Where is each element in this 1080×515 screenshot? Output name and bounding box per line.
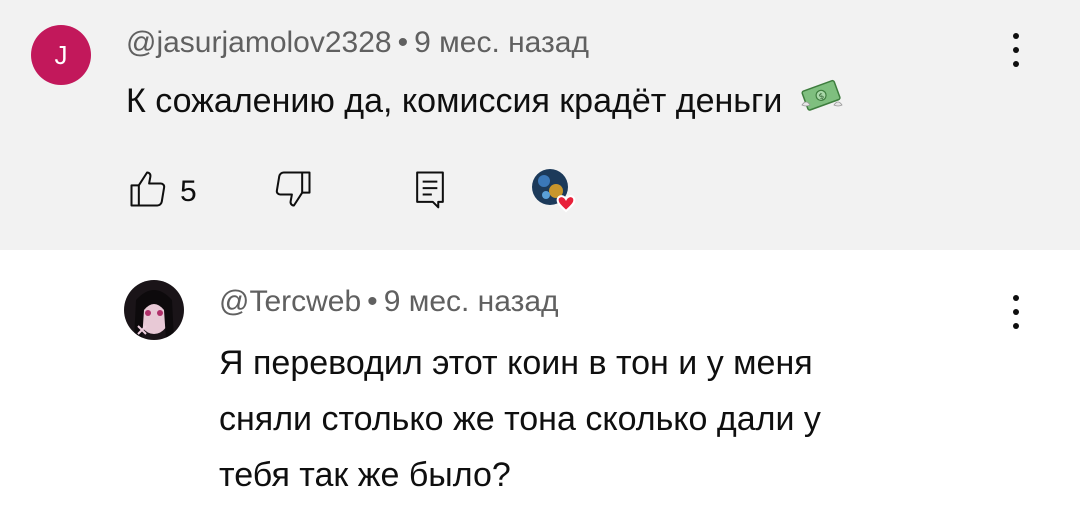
more-options-icon[interactable] <box>1006 33 1026 67</box>
avatar[interactable]: J <box>31 25 91 85</box>
reply-text-line: сняли столько же тона сколько дали у <box>219 400 821 438</box>
comment-timestamp[interactable]: 9 мес. назад <box>414 26 589 59</box>
avatar-letter: J <box>54 39 68 70</box>
more-options-icon[interactable] <box>1006 295 1026 329</box>
meta-separator: • <box>397 26 409 59</box>
comment-author[interactable]: @jasurjamolov2328 <box>126 26 392 59</box>
meta-separator: • <box>367 285 378 318</box>
money-with-wings-icon: $ <box>800 75 844 132</box>
reply-author[interactable]: @Tercweb <box>219 285 361 318</box>
reply-text-line: Я переводил этот коин в тон и у меня <box>219 344 813 382</box>
reply-text-line: тебя так же было? <box>219 456 511 494</box>
like-count: 5 <box>180 174 197 208</box>
reply-button[interactable] <box>408 167 452 216</box>
comment-text: К сожалению да, комиссия крадёт деньги $ <box>126 73 844 132</box>
dislike-button[interactable] <box>271 167 315 216</box>
thumbs-down-icon <box>271 167 315 216</box>
reply-timestamp[interactable]: 9 мес. назад <box>384 285 559 318</box>
thumbs-up-icon <box>126 167 170 216</box>
creator-heart-badge <box>530 165 582 217</box>
comment-meta: @jasurjamolov2328 • 9 мес. назад <box>126 26 589 60</box>
comment-text-content: К сожалению да, комиссия крадёт деньги <box>126 82 783 120</box>
reply-avatar[interactable] <box>124 280 184 340</box>
reply-meta: @Tercweb • 9 мес. назад <box>219 285 559 319</box>
reply-text: Я переводил этот коин в тон и у меня сня… <box>219 335 999 503</box>
reply-comment-icon <box>408 167 452 216</box>
like-button[interactable]: 5 <box>126 167 197 216</box>
